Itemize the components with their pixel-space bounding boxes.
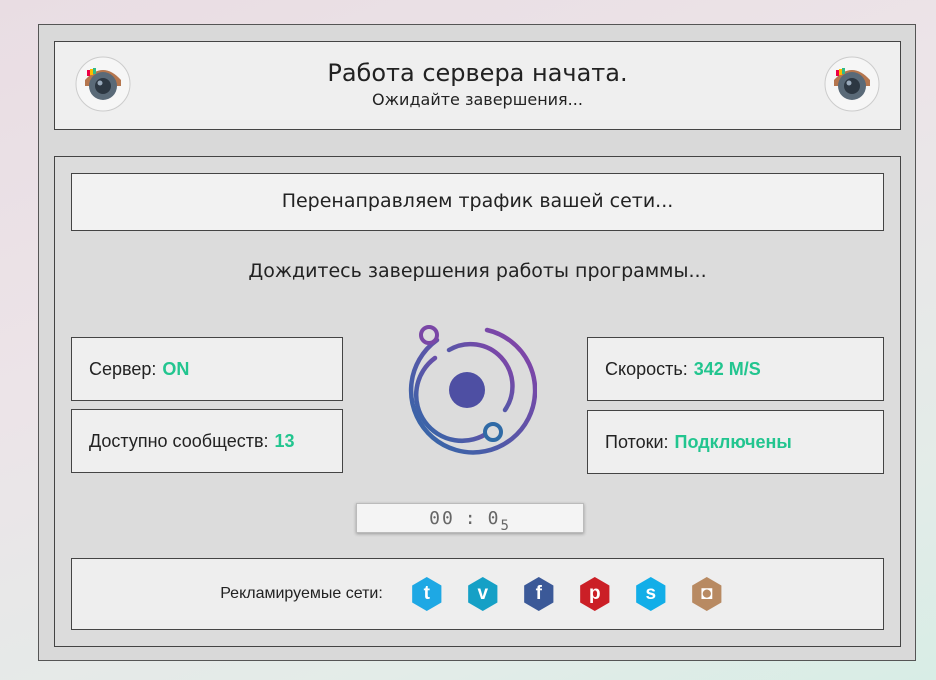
page-subtitle: Ожидайте завершения... xyxy=(372,90,583,109)
communities-label: Доступно сообществ: xyxy=(89,430,269,451)
speed-value: 342 M/S xyxy=(693,358,761,379)
orbit-logo-icon xyxy=(408,325,537,455)
server-status-box: Сервер: ON xyxy=(71,337,343,401)
instagram-icon[interactable]: ◘ xyxy=(692,577,722,611)
facebook-icon[interactable]: f xyxy=(524,577,554,611)
redirect-banner: Перенаправляем трафик вашей сети... xyxy=(71,173,884,231)
skype-icon[interactable]: s xyxy=(636,577,666,611)
vimeo-icon[interactable]: v xyxy=(468,577,498,611)
header-panel: Работа сервера начата. Ожидайте завершен… xyxy=(54,41,901,130)
main-panel: Перенаправляем трафик вашей сети... Дожд… xyxy=(54,156,901,647)
speed-box: Скорость: 342 M/S xyxy=(587,337,884,401)
camera-avatar-icon xyxy=(75,56,131,112)
timer-separator: : xyxy=(464,507,478,529)
countdown-timer: 0 0 : 0 5 xyxy=(356,503,584,534)
threads-value: Подключены xyxy=(674,431,792,452)
networks-label: Рекламируемые сети: xyxy=(220,585,383,602)
advertised-networks-bar: Рекламируемые сети: t v f p s ◘ xyxy=(71,558,884,630)
app-frame: Работа сервера начата. Ожидайте завершен… xyxy=(38,24,916,661)
camera-avatar-icon xyxy=(824,56,880,112)
banner-text: Перенаправляем трафик вашей сети... xyxy=(281,190,674,212)
threads-label: Потоки: xyxy=(605,431,669,452)
communities-value: 13 xyxy=(274,430,295,451)
status-message: Дождитесь завершения работы программы... xyxy=(248,260,707,282)
threads-box: Потоки: Подключены xyxy=(587,410,884,474)
timer-digit: 0 xyxy=(429,507,442,529)
timer-digit: 0 xyxy=(487,507,501,529)
timer-digit: 5 xyxy=(500,518,511,534)
server-label: Сервер: xyxy=(89,358,157,379)
social-icons-row: t v f p s ◘ xyxy=(399,577,735,611)
server-value: ON xyxy=(162,358,190,379)
timer-digit: 0 xyxy=(441,507,455,529)
page-title: Работа сервера начата. xyxy=(327,59,628,87)
twitter-icon[interactable]: t xyxy=(412,577,442,611)
speed-label: Скорость: xyxy=(605,358,688,379)
pinterest-icon[interactable]: p xyxy=(580,577,610,611)
communities-box: Доступно сообществ: 13 xyxy=(71,409,343,473)
